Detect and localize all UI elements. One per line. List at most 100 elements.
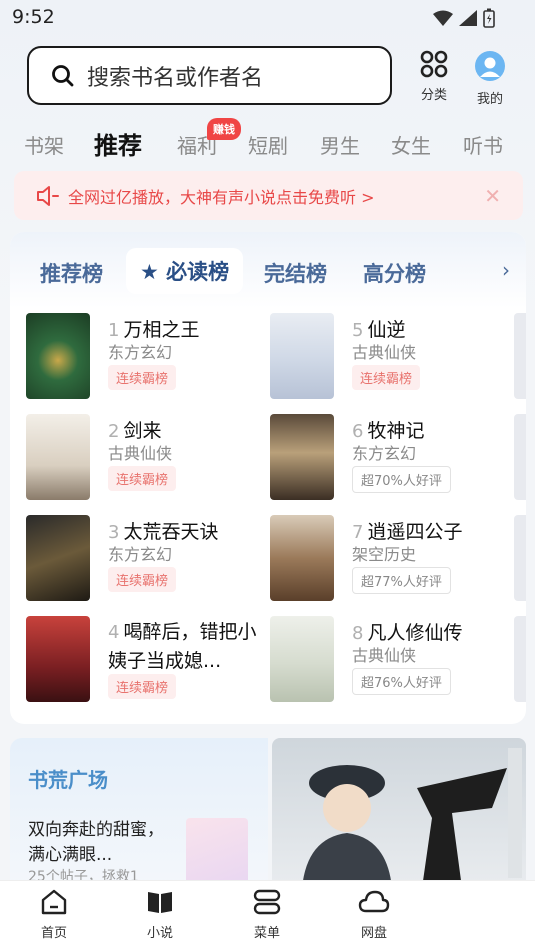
book-title: 万相之王: [123, 319, 200, 341]
tab-female[interactable]: 女生: [391, 130, 431, 159]
notice-banner[interactable]: 全网过亿播放，大神有声小说点击免费听 > ✕: [14, 171, 523, 220]
wifi-icon: [433, 10, 453, 26]
speaker-icon: [37, 185, 59, 206]
book-item-8[interactable]: 8 凡人修仙传 古典仙侠 超76%人好评: [270, 616, 510, 704]
chevron-right-icon[interactable]: ›: [502, 258, 510, 282]
next-column-cover: [514, 515, 526, 601]
status-time: 9:52: [12, 6, 55, 28]
avatar-icon: [475, 51, 505, 81]
book-icon: [148, 892, 172, 913]
book-item-5[interactable]: 5 仙逆 古典仙侠 连续霸榜: [270, 313, 510, 401]
nav-home-label: 首页: [40, 926, 67, 941]
plaza-thumbnail: [186, 818, 248, 888]
book-title: 牧神记: [367, 420, 425, 442]
book-genre: 古典仙侠: [352, 646, 417, 665]
book-tag: 超76%人好评: [352, 668, 451, 695]
bottom-nav: 首页 小说 菜单 网盘: [0, 880, 535, 951]
rank-number: 6: [352, 421, 364, 442]
search-icon: [52, 64, 74, 86]
status-icons: [433, 8, 495, 28]
earn-badge: 赚钱: [207, 118, 241, 140]
book-title: 太荒吞天诀: [123, 521, 219, 543]
book-genre: 古典仙侠: [108, 444, 173, 463]
book-tag: 连续霸榜: [108, 567, 177, 592]
menu-icon: [253, 889, 281, 915]
home-icon: [41, 889, 67, 915]
profile-button[interactable]: 我的: [465, 50, 515, 107]
rank-tab-high-score[interactable]: 高分榜: [363, 258, 426, 288]
search-placeholder: 搜索书名或作者名: [87, 65, 264, 91]
book-cover: [26, 313, 90, 399]
nav-novel[interactable]: 小说: [130, 889, 190, 941]
book-cover: [26, 616, 90, 702]
nav-cloud[interactable]: 网盘: [344, 889, 404, 941]
rank-tab-must-read-label: 必读榜: [166, 260, 230, 284]
grid-icon: [420, 50, 448, 78]
book-genre: 东方玄幻: [108, 545, 173, 564]
poster-illustration: [302, 748, 522, 888]
book-plaza-card[interactable]: 书荒广场 双向奔赴的甜蜜，满心满眼... 25个帖子，拯救1: [10, 738, 268, 888]
book-item-4[interactable]: 4 喝醉后，错把小姨子当成媳... 连续霸榜: [26, 616, 266, 704]
rank-tab-must-read[interactable]: ★ 必读榜: [126, 248, 244, 294]
next-column-cover: [514, 616, 526, 702]
book-tag: 超77%人好评: [352, 567, 451, 594]
book-title: 凡人修仙传: [367, 622, 463, 644]
tab-male[interactable]: 男生: [320, 130, 360, 159]
profile-label: 我的: [476, 92, 503, 107]
tab-recommend[interactable]: 推荐: [94, 126, 142, 161]
nav-home[interactable]: 首页: [24, 889, 84, 941]
ranking-card: 推荐榜 ★ 必读榜 完结榜 高分榜 › 1 万相之王 东方玄幻 连续霸榜 2 剑来 …: [10, 232, 526, 724]
close-icon[interactable]: ✕: [484, 184, 501, 208]
book-title: 逍遥四公子: [367, 521, 463, 543]
rank-number: 7: [352, 522, 364, 543]
book-cover: [270, 414, 334, 500]
rank-tab-recommend[interactable]: 推荐榜: [40, 258, 103, 288]
tab-short-drama[interactable]: 短剧: [248, 130, 288, 159]
cloud-icon: [358, 890, 390, 913]
book-title: 剑来: [123, 420, 162, 442]
book-item-6[interactable]: 6 牧神记 东方玄幻 超70%人好评: [270, 414, 510, 502]
notice-text: 全网过亿播放，大神有声小说点击免费听 >: [68, 187, 375, 207]
nav-menu-label: 菜单: [253, 926, 280, 941]
rank-number: 4: [108, 622, 120, 643]
next-column-cover: [514, 313, 526, 399]
book-item-7[interactable]: 7 逍遥四公子 架空历史 超77%人好评: [270, 515, 510, 603]
book-item-1[interactable]: 1 万相之王 东方玄幻 连续霸榜: [26, 313, 266, 401]
book-item-2[interactable]: 2 剑来 古典仙侠 连续霸榜: [26, 414, 266, 502]
book-tag: 连续霸榜: [108, 466, 177, 491]
main-tabs: 书架 推荐 福利 短剧 男生 女生 听书: [0, 122, 535, 166]
rank-number: 5: [352, 320, 364, 341]
book-item-3[interactable]: 3 太荒吞天诀 东方玄幻 连续霸榜: [26, 515, 266, 603]
book-tag: 超70%人好评: [352, 466, 451, 493]
nav-cloud-label: 网盘: [360, 926, 387, 941]
book-cover: [26, 414, 90, 500]
book-cover: [26, 515, 90, 601]
rank-number: 3: [108, 522, 120, 543]
rank-number: 1: [108, 320, 120, 341]
book-cover: [270, 515, 334, 601]
category-label: 分类: [420, 88, 447, 103]
plaza-title: 书荒广场: [28, 768, 108, 792]
nav-menu[interactable]: 菜单: [237, 889, 297, 941]
status-bar: 9:52: [0, 0, 535, 36]
tab-bookshelf[interactable]: 书架: [24, 130, 64, 159]
rank-tab-completed[interactable]: 完结榜: [264, 258, 327, 288]
category-button[interactable]: 分类: [409, 50, 459, 103]
signal-icon: [459, 10, 477, 26]
book-tag: 连续霸榜: [108, 365, 177, 390]
book-cover: [270, 616, 334, 702]
book-genre: 古典仙侠: [352, 343, 417, 362]
book-cover: [270, 313, 334, 399]
book-title: 仙逆: [367, 319, 406, 341]
book-genre: 东方玄幻: [352, 444, 417, 463]
nav-novel-label: 小说: [146, 926, 173, 941]
book-title: 喝醉后，错把小姨子当成媳...: [108, 621, 257, 672]
search-input[interactable]: 搜索书名或作者名: [27, 46, 392, 105]
book-genre: 东方玄幻: [108, 343, 173, 362]
book-tag: 连续霸榜: [108, 674, 177, 699]
battery-icon: [483, 8, 495, 28]
rank-number: 8: [352, 623, 364, 644]
tab-audiobook[interactable]: 听书: [463, 130, 503, 159]
promo-poster[interactable]: [272, 738, 526, 888]
rank-number: 2: [108, 421, 120, 442]
